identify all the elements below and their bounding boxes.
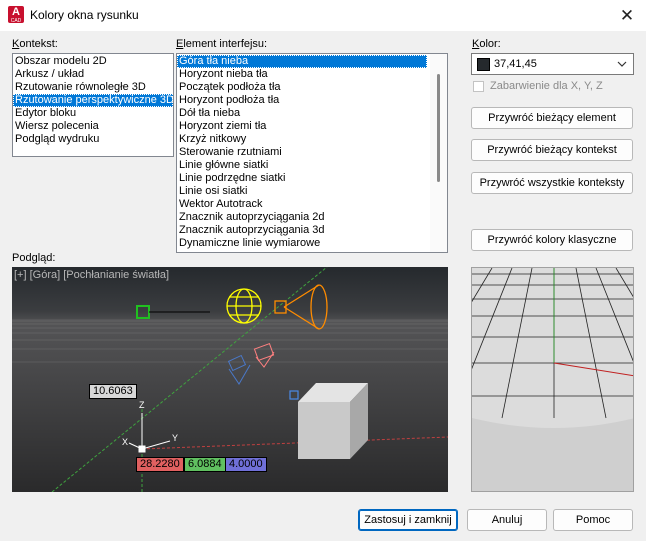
color-value: 37,41,45	[494, 58, 537, 70]
apply-close-button[interactable]: Zastosuj i zamknij	[358, 509, 458, 531]
element-listbox[interactable]: Góra tła nieba Horyzont nieba tła Początek…	[176, 53, 448, 253]
element-list-item[interactable]: Linie główne siatki	[177, 159, 427, 172]
side-grid-scene	[472, 268, 633, 491]
preview-label: Podgląd:	[12, 252, 56, 264]
restore-element-button[interactable]: Przywróć bieżący element	[471, 107, 633, 129]
restore-all-contexts-button[interactable]: Przywróć wszystkie konteksty	[471, 172, 633, 194]
element-scrollbar[interactable]	[430, 54, 447, 252]
app-logo-icon: A CAD	[8, 6, 24, 24]
context-list-item[interactable]: Rzutowanie perspektywiczne 3D	[13, 94, 173, 107]
axis-x-label: X	[122, 437, 128, 447]
close-button[interactable]: ✕	[612, 2, 642, 29]
close-icon: ✕	[619, 6, 635, 25]
help-button[interactable]: Pomoc	[553, 509, 633, 531]
coord-z-field: 4.0000	[225, 457, 267, 472]
context-list-item[interactable]: Rzutowanie równoległe 3D	[13, 81, 173, 94]
element-list-item[interactable]: Linie osi siatki	[177, 185, 427, 198]
context-list-item[interactable]: Podgląd wydruku	[13, 133, 173, 146]
tint-label: Zabarwienie dla X, Y, Z	[490, 80, 603, 92]
element-list-item[interactable]: Dół tła nieba	[177, 107, 427, 120]
scrollbar-thumb[interactable]	[437, 74, 440, 182]
element-list-item[interactable]: Horyzont ziemi tła	[177, 120, 427, 133]
window-title: Kolory okna rysunku	[30, 8, 139, 22]
restore-classic-colors-button[interactable]: Przywróć kolory klasyczne	[471, 229, 633, 251]
element-list-item[interactable]: Krzyż nitkowy	[177, 133, 427, 146]
coord-x-field: 28.2280	[136, 457, 184, 472]
element-list-item[interactable]: Znacznik autoprzyciągania 3d	[177, 224, 427, 237]
element-list-item[interactable]: Znacznik autoprzyciągania 2d	[177, 211, 427, 224]
element-list-item[interactable]: Horyzont nieba tła	[177, 68, 427, 81]
element-label: Element interfejsu:	[176, 38, 268, 50]
color-swatch	[477, 58, 490, 71]
coord-y-field: 6.0884	[184, 457, 226, 472]
cancel-button[interactable]: Anuluj	[467, 509, 547, 531]
cube	[298, 383, 368, 459]
element-list-item[interactable]: Początek podłoża tła	[177, 81, 427, 94]
element-list-item[interactable]: Góra tła nieba	[177, 55, 427, 68]
element-list-item[interactable]: Linie podrzędne siatki	[177, 172, 427, 185]
tint-checkbox[interactable]	[473, 81, 484, 92]
chevron-down-icon	[617, 61, 627, 67]
preview-side-viewport	[471, 267, 634, 492]
context-listbox[interactable]: Obszar modelu 2D Arkusz / układ Rzutowanie…	[12, 53, 174, 157]
element-list-item[interactable]: Wektor Autotrack	[177, 198, 427, 211]
axis-y-label: Y	[172, 433, 178, 443]
context-list-item[interactable]: Edytor bloku	[13, 107, 173, 120]
dimension-tooltip: 10.6063	[89, 384, 137, 399]
element-list-item[interactable]: Sterowanie rzutniami	[177, 146, 427, 159]
context-list-item[interactable]: Obszar modelu 2D	[13, 55, 173, 68]
context-label: Kontekst:	[12, 38, 58, 50]
element-list-item[interactable]: Dynamiczne linie wymiarowe	[177, 237, 427, 250]
axis-z-label: Z	[139, 400, 145, 410]
context-list-item[interactable]: Arkusz / układ	[13, 68, 173, 81]
context-list-item[interactable]: Wiersz polecenia	[13, 120, 173, 133]
restore-context-button[interactable]: Przywróć bieżący kontekst	[471, 139, 633, 161]
preview-viewport: Z Y X [+] [Góra] [Pochłanianie światła] …	[12, 267, 448, 492]
color-label: Kolor:	[472, 38, 501, 50]
viewport-controls-label: [+] [Góra] [Pochłanianie światła]	[14, 269, 169, 281]
element-list-item[interactable]: Horyzont podłoża tła	[177, 94, 427, 107]
color-select[interactable]: 37,41,45	[471, 53, 634, 75]
